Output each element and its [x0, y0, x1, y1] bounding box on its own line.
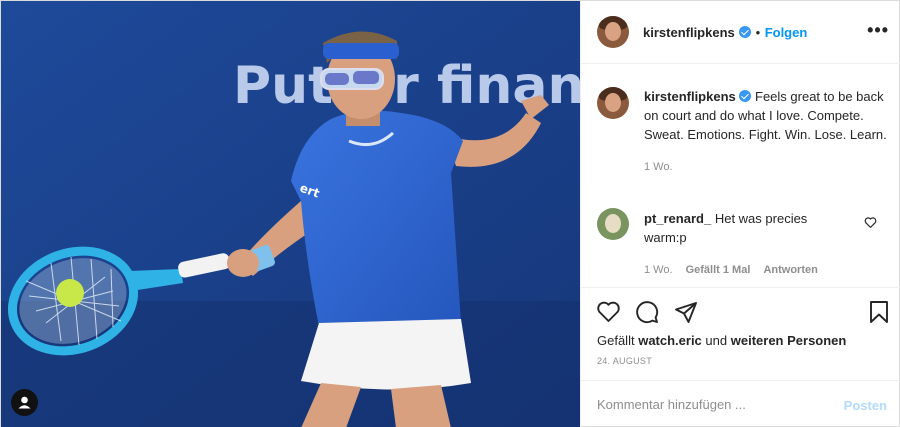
likes-user-link[interactable]: watch.eric: [638, 333, 702, 348]
user-tag-button[interactable]: [11, 389, 38, 416]
follow-button[interactable]: Folgen: [765, 25, 808, 40]
post-photo[interactable]: Putter financ ert: [1, 1, 580, 427]
reply-button[interactable]: Antworten: [763, 264, 817, 276]
instagram-post: Putter financ ert kirstenflipkens • Folg…: [0, 0, 900, 427]
likes-others-link[interactable]: weiteren Personen: [731, 333, 847, 348]
comment-meta: 1 Wo. Gefällt 1 Mal Antworten: [644, 264, 844, 276]
separator: •: [755, 25, 761, 40]
comment-form: Posten: [581, 380, 900, 427]
share-paper-plane-icon[interactable]: [674, 300, 698, 324]
comment-text-block: pt_renard_ Het was precies warm:p: [644, 209, 844, 247]
comment-likes[interactable]: Gefällt 1 Mal: [686, 264, 751, 276]
save-bookmark-icon[interactable]: [869, 300, 889, 324]
user-tag-icon: [18, 396, 31, 409]
comment-age[interactable]: 1 Wo.: [644, 264, 673, 276]
header-username[interactable]: kirstenflipkens: [643, 25, 735, 40]
post-header: kirstenflipkens • Folgen •••: [581, 1, 900, 64]
post-date[interactable]: 24. AUGUST: [597, 356, 652, 366]
caption-username[interactable]: kirstenflipkens: [644, 89, 736, 104]
like-heart-icon[interactable]: [596, 300, 621, 324]
comment-username[interactable]: pt_renard_: [644, 211, 711, 226]
caption-text-block: kirstenflipkens Feels great to be back o…: [644, 87, 889, 144]
likes-prefix: Gefällt: [597, 333, 635, 348]
caption-age[interactable]: 1 Wo.: [644, 161, 673, 173]
author-avatar[interactable]: [597, 16, 629, 48]
post-comment-button[interactable]: Posten: [844, 398, 887, 413]
more-options-icon[interactable]: •••: [867, 21, 889, 39]
comment: pt_renard_ Het was precies warm:p 1 Wo. …: [644, 209, 844, 276]
caption-meta: 1 Wo.: [644, 161, 889, 173]
post-actions: Gefällt watch.eric und weiteren Personen…: [581, 287, 900, 427]
post-sidebar: kirstenflipkens • Folgen ••• kirstenflip…: [580, 1, 900, 427]
caption: kirstenflipkens Feels great to be back o…: [644, 87, 889, 173]
tennis-ball: [56, 279, 84, 307]
comment-like-heart-icon[interactable]: [864, 216, 877, 229]
verified-badge-icon: [739, 90, 752, 102]
comment-bubble-icon[interactable]: [635, 300, 659, 324]
comment-input[interactable]: [597, 397, 827, 412]
header-user-line: kirstenflipkens • Folgen: [643, 24, 807, 42]
comment-avatar[interactable]: [597, 208, 629, 240]
tennis-photo: Putter financ ert: [1, 1, 580, 427]
likes-summary: Gefällt watch.eric und weiteren Personen: [597, 333, 846, 348]
likes-mid: und: [705, 333, 728, 348]
caption-avatar[interactable]: [597, 87, 629, 119]
verified-badge-icon: [739, 26, 752, 38]
